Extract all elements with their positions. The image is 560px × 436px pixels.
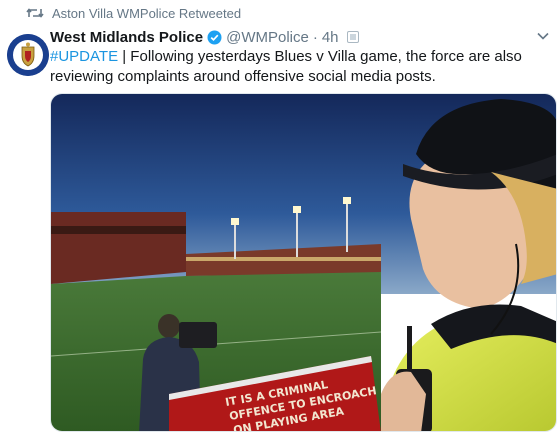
tweet-text: #UPDATE | Following yesterdays Blues v V… xyxy=(50,47,546,87)
avatar[interactable] xyxy=(7,34,49,76)
retweet-text: Aston Villa WMPolice Retweeted xyxy=(52,5,242,21)
retweet-context[interactable]: Aston Villa WMPolice Retweeted xyxy=(26,4,241,22)
separator-dot: · xyxy=(312,28,318,46)
verified-badge-icon xyxy=(207,30,222,45)
tweet-body: | Following yesterdays Blues v Villa gam… xyxy=(50,48,522,85)
handle[interactable]: @WMPolice xyxy=(226,29,309,46)
hashtag-link[interactable]: #UPDATE xyxy=(50,48,118,65)
timestamp[interactable]: 4h xyxy=(322,29,339,46)
chevron-down-icon[interactable] xyxy=(536,29,550,43)
display-name[interactable]: West Midlands Police xyxy=(50,29,203,46)
retweet-icon xyxy=(26,7,46,19)
translate-icon[interactable] xyxy=(346,31,359,43)
tweet-photo[interactable]: IT IS A CRIMINAL OFFENCE TO ENCROACH ON PL… xyxy=(50,93,557,432)
tweet-header: West Midlands Police @WMPolice · 4h xyxy=(50,27,550,47)
